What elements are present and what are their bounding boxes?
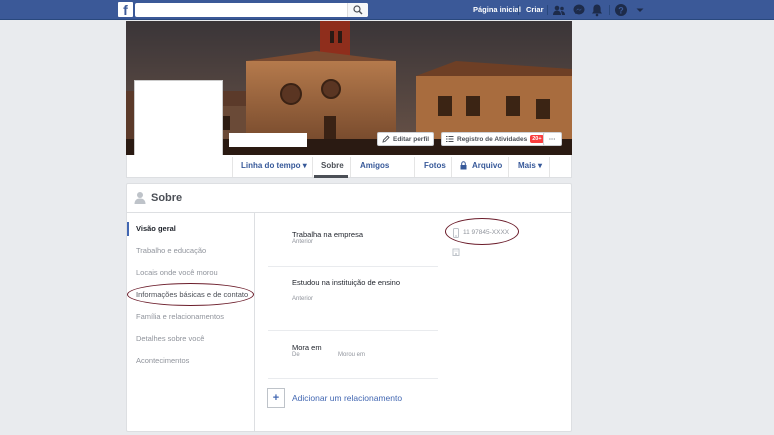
active-tab-indicator <box>314 175 348 178</box>
divider <box>232 157 233 177</box>
row-divider <box>268 266 438 267</box>
messenger-icon[interactable] <box>572 3 586 17</box>
row-divider <box>268 378 438 379</box>
more-options-button[interactable]: ··· <box>543 132 562 146</box>
activity-count-badge: 20+ <box>530 135 544 143</box>
friends-icon[interactable] <box>552 3 566 17</box>
svg-text:?: ? <box>618 6 624 16</box>
tab-timeline[interactable]: Linha do tempo ▾ <box>241 161 307 170</box>
sidebar-item-life-events[interactable]: Acontecimentos <box>136 356 189 365</box>
profile-tabs-bar <box>126 155 572 178</box>
caret-down-icon[interactable] <box>633 3 647 17</box>
divider <box>609 5 610 15</box>
sidebar-item-family-relationships[interactable]: Família e relacionamentos <box>136 312 224 321</box>
tab-friends[interactable]: Amigos <box>360 161 389 170</box>
activity-log-button[interactable]: Registro de Atividades 20+ <box>441 132 549 146</box>
work-title: Trabalha na empresa <box>292 230 364 239</box>
divider <box>414 157 415 177</box>
tab-archive[interactable]: Arquivo <box>472 161 502 170</box>
divider <box>451 157 452 177</box>
sidebar-item-overview[interactable]: Visão geral <box>136 224 176 233</box>
building-icon <box>452 248 460 256</box>
notifications-icon[interactable] <box>590 3 604 17</box>
row-divider <box>268 330 438 331</box>
activity-log-label: Registro de Atividades <box>457 135 528 143</box>
home-link[interactable]: Página inicial <box>473 5 521 14</box>
edit-profile-button[interactable]: Editar perfil <box>377 132 435 146</box>
study-subtitle: Anterior <box>292 296 314 302</box>
search-icon <box>353 5 363 15</box>
lives-lived-label: Morou em <box>338 352 366 358</box>
divider <box>312 157 313 177</box>
search-input[interactable] <box>135 3 368 17</box>
lives-from-label: De <box>292 352 300 358</box>
sidebar-item-work-education[interactable]: Trabalho e educação <box>136 246 206 255</box>
user-icon <box>134 192 146 204</box>
lock-icon <box>460 161 467 170</box>
divider <box>350 157 351 177</box>
lives-title: Mora em <box>292 343 322 352</box>
sidebar-item-places-lived[interactable]: Locais onde você morou <box>136 268 218 277</box>
list-icon <box>446 136 454 142</box>
highlight-oval <box>445 218 519 245</box>
divider <box>508 157 509 177</box>
add-relationship-icon[interactable]: + <box>267 388 285 408</box>
divider <box>549 157 550 177</box>
create-link[interactable]: Criar <box>526 5 544 14</box>
active-section-indicator <box>127 222 129 236</box>
sidebar-item-details-about-you[interactable]: Detalhes sobre você <box>136 334 204 343</box>
top-navigation-bar <box>0 0 774 20</box>
search-button[interactable] <box>347 3 368 17</box>
divider <box>518 5 519 15</box>
help-icon[interactable]: ? <box>614 3 628 17</box>
add-relationship-link[interactable]: Adicionar um relacionamento <box>292 393 402 403</box>
tab-more[interactable]: Mais ▾ <box>518 161 542 170</box>
highlight-oval <box>127 283 254 306</box>
column-divider <box>254 213 255 431</box>
divider <box>547 5 548 15</box>
study-title: Estudou na instituição de ensino <box>292 278 400 287</box>
profile-name-box <box>229 133 307 147</box>
facebook-logo[interactable]: f <box>118 2 133 17</box>
edit-profile-label: Editar perfil <box>393 135 430 143</box>
tab-photos[interactable]: Fotos <box>424 161 446 170</box>
work-subtitle: Anterior <box>292 239 314 245</box>
tab-about[interactable]: Sobre <box>321 161 344 170</box>
pencil-icon <box>382 135 390 143</box>
about-card-header <box>126 183 572 213</box>
about-title: Sobre <box>151 192 183 204</box>
